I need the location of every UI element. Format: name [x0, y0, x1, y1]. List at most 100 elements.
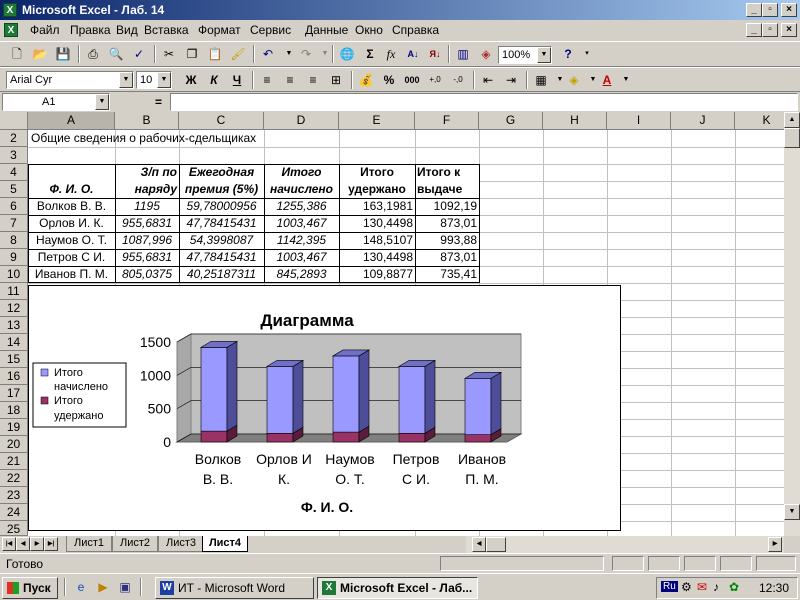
row-header[interactable]: 9 [0, 249, 28, 266]
cell-payout[interactable]: 873,01 [415, 215, 479, 232]
select-all-corner[interactable] [0, 112, 28, 130]
tray-icon[interactable]: ⚙ [681, 580, 692, 594]
col-header-j[interactable]: J [671, 112, 735, 130]
increase-decimal-icon[interactable]: +,0 [424, 70, 446, 90]
drawing-icon[interactable]: ◈ [475, 44, 497, 64]
cell-accrued[interactable]: 845,2893 [264, 266, 339, 283]
cell-payout[interactable]: 735,41 [415, 266, 479, 283]
underline-button[interactable]: Ч [226, 70, 248, 90]
name-box-dropdown-icon[interactable]: ▼ [95, 94, 109, 110]
header-payout-1[interactable]: Итого к [415, 164, 479, 181]
tab-sheet1[interactable]: Лист1 [66, 536, 112, 552]
workbook-icon[interactable]: X [4, 23, 18, 37]
name-box[interactable]: A1 ▼ [2, 93, 110, 111]
row-header[interactable]: 18 [0, 402, 28, 419]
open-icon[interactable]: 📂 [29, 44, 51, 64]
scroll-thumb[interactable] [784, 128, 800, 148]
row-header[interactable]: 10 [0, 266, 28, 283]
row-header[interactable]: 19 [0, 419, 28, 436]
sheet-title[interactable]: Общие сведения о рабочих-сдельщиках [29, 130, 258, 147]
row-header[interactable]: 7 [0, 215, 28, 232]
cell-bonus[interactable]: 59,78000956 [179, 198, 264, 215]
col-header-b[interactable]: B [115, 112, 179, 130]
header-bonus-1[interactable]: Ежегодная [179, 164, 264, 181]
vertical-scrollbar[interactable]: ▲ ▼ [784, 112, 800, 536]
cell-accrued[interactable]: 1255,386 [264, 198, 339, 215]
hscroll-left-icon[interactable]: ◀ [472, 537, 486, 552]
tab-prev-icon[interactable]: ◀ [16, 537, 30, 551]
desktop-icon[interactable]: ▣ [114, 577, 136, 597]
row-header[interactable]: 20 [0, 436, 28, 453]
header-bonus-2[interactable]: премия (5%) [179, 181, 264, 198]
chart-legend[interactable]: Итого начислено Итого удержано [32, 362, 127, 428]
header-salary-2[interactable]: наряду [115, 181, 179, 198]
spelling-icon[interactable]: ✓ [128, 44, 150, 64]
menu-file[interactable]: Файл [30, 23, 60, 37]
new-icon[interactable]: 🗋 [6, 44, 28, 64]
align-center-icon[interactable]: ≡ [279, 70, 301, 90]
hscroll-right-icon[interactable]: ▶ [768, 537, 782, 552]
row-header[interactable]: 21 [0, 453, 28, 470]
row-header[interactable]: 24 [0, 504, 28, 521]
tray-icon[interactable]: ✿ [729, 580, 739, 594]
row-header[interactable]: 17 [0, 385, 28, 402]
task-word[interactable]: W ИТ - Microsoft Word [155, 577, 314, 599]
col-header-i[interactable]: I [607, 112, 671, 130]
copy-icon[interactable]: ❐ [181, 44, 203, 64]
tab-last-icon[interactable]: ▶| [44, 537, 58, 551]
task-excel[interactable]: X Microsoft Excel - Лаб... [317, 577, 478, 599]
col-header-c[interactable]: C [179, 112, 264, 130]
formula-input[interactable] [170, 93, 798, 111]
cell-accrued[interactable]: 1142,395 [264, 232, 339, 249]
menu-format[interactable]: Формат [198, 23, 241, 37]
chart-object[interactable]: Диаграмма Ф. И. О. 0 500 1000 1500 Волков В. … [28, 285, 621, 531]
row-header[interactable]: 11 [0, 283, 28, 300]
cell-withheld[interactable]: 163,1981 [339, 198, 415, 215]
header-fio[interactable]: Ф. И. О. [28, 181, 115, 198]
cell-accrued[interactable]: 1003,467 [264, 215, 339, 232]
percent-button[interactable]: % [378, 70, 400, 90]
tab-next-icon[interactable]: ▶ [30, 537, 44, 551]
ie-icon[interactable]: e [70, 577, 92, 597]
sort-descending-icon[interactable]: Я↓ [424, 44, 446, 64]
col-header-g[interactable]: G [479, 112, 543, 130]
row-header[interactable]: 8 [0, 232, 28, 249]
sort-ascending-icon[interactable]: A↓ [402, 44, 424, 64]
cell-withheld[interactable]: 148,5107 [339, 232, 415, 249]
tab-sheet4[interactable]: Лист4 [202, 536, 248, 552]
menu-window[interactable]: Окно [355, 23, 383, 37]
cell-bonus[interactable]: 40,25187311 [179, 266, 264, 283]
paste-icon[interactable]: 📋 [204, 44, 226, 64]
cell-salary[interactable]: 1195 [115, 198, 179, 215]
zoom-dropdown-icon[interactable]: ▼ [537, 47, 551, 63]
cell-salary[interactable]: 805,0375 [115, 266, 179, 283]
thousands-button[interactable]: 000 [401, 70, 423, 90]
function-icon[interactable]: fx [380, 44, 402, 64]
format-painter-icon[interactable]: 🖌 [227, 44, 249, 64]
cell-name[interactable]: Волков В. В. [28, 198, 115, 215]
tray-icon[interactable]: ✉ [697, 580, 707, 594]
tab-sheet3[interactable]: Лист3 [158, 536, 204, 552]
italic-button[interactable]: К [203, 70, 225, 90]
col-header-a[interactable]: A [28, 112, 115, 130]
cell-withheld[interactable]: 130,4498 [339, 215, 415, 232]
menu-help[interactable]: Справка [392, 23, 439, 37]
align-left-icon[interactable]: ≡ [256, 70, 278, 90]
maximize-button[interactable]: ▫ [762, 3, 778, 17]
font-size-combo[interactable]: 10 ▼ [136, 71, 172, 89]
cell-accrued[interactable]: 1003,467 [264, 249, 339, 266]
media-player-icon[interactable]: ▶ [92, 577, 114, 597]
font-size-dropdown-icon[interactable]: ▼ [157, 72, 171, 88]
save-icon[interactable]: 💾 [52, 44, 74, 64]
cell-salary[interactable]: 955,6831 [115, 215, 179, 232]
row-header[interactable]: 25 [0, 521, 28, 536]
row-header[interactable]: 3 [0, 147, 28, 164]
zoom-combo[interactable]: 100% ▼ [498, 46, 552, 64]
cut-icon[interactable]: ✂ [158, 44, 180, 64]
hyperlink-icon[interactable]: 🌐 [336, 44, 358, 64]
header-withheld-1[interactable]: Итого [339, 164, 415, 181]
hscroll-thumb[interactable] [486, 537, 506, 552]
excel-app-icon[interactable]: X [3, 3, 17, 17]
menu-view[interactable]: Вид [116, 23, 138, 37]
header-salary-1[interactable]: З/п по [115, 164, 179, 181]
